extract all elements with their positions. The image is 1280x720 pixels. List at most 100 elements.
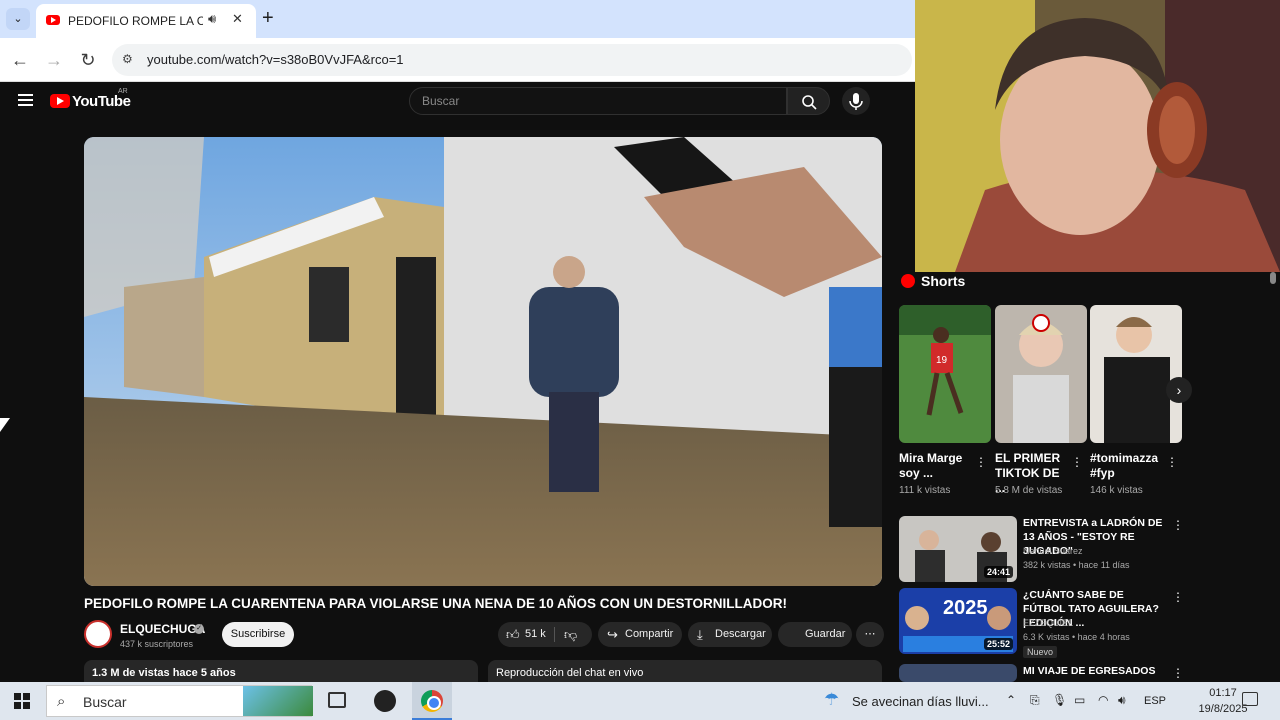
subscriber-count: 437 k suscriptores <box>120 639 194 649</box>
recommended-video[interactable]: MI VIAJE DE EGRESADOS ⋮ <box>899 664 1184 682</box>
more-vert-icon[interactable]: ⋮ <box>1166 455 1178 469</box>
short-views: 111 k vistas <box>899 485 951 496</box>
close-icon[interactable]: ✕ <box>232 11 243 27</box>
address-bar[interactable]: ⚙ youtube.com/watch?v=s38oB0VvJFA&rco=1 <box>112 44 912 76</box>
video-meta: 6.3 K vistas • hace 4 horas <box>1023 632 1130 642</box>
browser-toolbar: ← → ↻ ⚙ youtube.com/watch?v=s38oB0VvJFA&… <box>0 38 915 82</box>
more-vert-icon[interactable]: ⋮ <box>975 455 987 469</box>
thumbs-down-icon[interactable]: 👎︎ <box>564 622 577 647</box>
share-arrow-icon: ↪ <box>607 627 618 642</box>
search-icon <box>802 95 817 110</box>
video-frame <box>84 137 882 586</box>
search-input[interactable] <box>422 94 772 108</box>
like-count[interactable]: 51 k <box>525 622 546 647</box>
chrome-icon <box>421 690 443 712</box>
microphone-icon[interactable]: 🎙︎ <box>1052 693 1067 707</box>
new-tab-button[interactable]: + <box>262 7 274 30</box>
usb-icon[interactable]: ⎘ <box>1030 693 1040 708</box>
channel-name[interactable]: Nahuel Suarez <box>1023 546 1083 556</box>
youtube-logo[interactable]: YouTube AR <box>50 88 140 112</box>
view-count-date: 1.3 M de vistas hace 5 años <box>92 667 236 679</box>
recommended-video[interactable]: 24:41 ENTREVISTA a LADRÓN DE 13 AÑOS - "… <box>899 516 1184 584</box>
tab-search-button[interactable]: ⌄ <box>6 8 30 30</box>
chat-replay-label: Reproducción del chat en vivo <box>496 667 644 679</box>
subscribe-button[interactable]: Suscribirse <box>222 622 294 647</box>
more-vert-icon[interactable]: ⋮ <box>1071 455 1083 469</box>
video-title[interactable]: MI VIAJE DE EGRESADOS <box>1023 664 1163 678</box>
chevron-up-icon[interactable]: ⌃ <box>1006 693 1016 707</box>
more-actions-button[interactable]: ⋯ <box>856 622 884 647</box>
search-highlight-image <box>243 686 313 716</box>
channel-name[interactable]: ELQUECHUGA <box>120 622 205 636</box>
video-thumbnail[interactable]: 2025 25:52 <box>899 588 1017 654</box>
short-item[interactable]: #tomimazza #fyp 146 k vistas ⋮ <box>1090 305 1182 496</box>
verified-icon: ✓ <box>194 624 204 634</box>
description-box[interactable]: 1.3 M de vistas hace 5 años <box>84 660 478 684</box>
country-code: AR <box>118 88 128 95</box>
short-views: 5.8 M de vistas <box>995 485 1063 496</box>
back-arrow-icon[interactable]: ← <box>8 48 32 72</box>
recommended-video[interactable]: 2025 25:52 ¿CUÁNTO SABE DE FÚTBOL TATO A… <box>899 588 1184 658</box>
search-box <box>409 87 787 115</box>
search-button[interactable] <box>787 87 830 115</box>
video-player[interactable] <box>84 137 882 586</box>
weather-icon[interactable]: ☂ <box>824 690 839 710</box>
video-title: PEDOFILO ROMPE LA CUARENTENA PARA VIOLAR… <box>84 596 788 611</box>
voice-search-button[interactable] <box>842 87 870 115</box>
forward-arrow-icon[interactable]: → <box>42 48 66 72</box>
download-label: Descargar <box>715 628 766 640</box>
short-item[interactable]: EL PRIMER TIKTOK DE ... 5.8 M de vistas … <box>995 305 1087 496</box>
input-language[interactable]: ESP <box>1144 695 1166 707</box>
youtube-brand-text: YouTube <box>72 93 131 110</box>
weather-text[interactable]: Se avecinan días lluvi... <box>852 694 989 709</box>
notification-icon[interactable] <box>1242 692 1258 706</box>
browser-tab[interactable]: PEDOFILO ROMPE LA CUARENTENA PARA VIOLAR… <box>36 4 256 38</box>
live-chat-replay[interactable]: Reproducción del chat en vivo <box>488 660 882 684</box>
search-icon: ⌕ <box>57 693 66 710</box>
short-thumbnail[interactable]: 19 <box>899 305 991 443</box>
speaker-icon[interactable]: 🔊︎ <box>208 11 216 27</box>
share-button[interactable]: ↪ Compartir <box>598 622 682 647</box>
webcam-overlay <box>915 0 1280 272</box>
task-view-icon[interactable] <box>328 692 346 708</box>
channel-name[interactable]: EZZEQUIEL <box>1023 618 1073 628</box>
short-thumbnail[interactable] <box>995 305 1087 443</box>
tab-title: PEDOFILO ROMPE LA CUARENTENA PARA VIOLAR… <box>68 14 203 28</box>
save-label: Guardar <box>805 628 846 640</box>
video-duration: 25:52 <box>983 638 1013 650</box>
thumbs-up-icon[interactable]: 👍︎ <box>506 622 520 647</box>
wifi-icon[interactable]: ◠ <box>1098 693 1108 707</box>
short-thumbnail[interactable] <box>1090 305 1182 443</box>
chevron-right-icon[interactable]: › <box>1166 377 1192 403</box>
windows-start-icon[interactable] <box>14 693 30 709</box>
short-views: 146 k vistas <box>1090 485 1143 496</box>
hamburger-menu-icon[interactable] <box>18 94 33 107</box>
divider <box>554 627 555 642</box>
taskbar: ⌕ Buscar ☂ Se avecinan días lluvi... ⌃ ⎘… <box>0 682 1280 720</box>
short-title[interactable]: #tomimazza #fyp <box>1090 451 1160 481</box>
share-label: Compartir <box>625 628 674 640</box>
video-thumbnail[interactable] <box>899 664 1017 682</box>
volume-icon[interactable]: 🔊︎ <box>1118 693 1126 708</box>
more-vert-icon[interactable]: ⋮ <box>1172 666 1184 680</box>
taskbar-search[interactable]: ⌕ Buscar <box>46 685 313 717</box>
short-title[interactable]: Mira Marge soy ... <box>899 451 969 481</box>
site-info-icon[interactable]: ⚙ <box>122 52 136 66</box>
scrollbar-thumb[interactable] <box>1270 272 1276 284</box>
save-button[interactable]: Guardar <box>778 622 852 647</box>
thumbnail-text: 2025 <box>943 597 988 619</box>
shorts-icon <box>901 274 915 288</box>
clock-time[interactable]: 01:17 <box>1201 687 1245 699</box>
video-thumbnail[interactable]: 24:41 <box>899 516 1017 582</box>
youtube-play-icon <box>50 94 70 108</box>
channel-avatar[interactable] <box>84 620 112 648</box>
more-vert-icon[interactable]: ⋮ <box>1172 590 1184 604</box>
url-text[interactable]: youtube.com/watch?v=s38oB0VvJFA&rco=1 <box>147 52 404 67</box>
more-vert-icon[interactable]: ⋮ <box>1172 518 1184 532</box>
battery-icon[interactable]: ▭ <box>1074 693 1085 707</box>
download-button[interactable]: ⤓ Descargar <box>688 622 772 647</box>
reload-icon[interactable]: ↻ <box>76 48 100 72</box>
chrome-taskbar-button[interactable] <box>412 682 452 720</box>
short-item[interactable]: 19 Mira Marge soy ... 111 k vistas ⋮ <box>899 305 991 496</box>
app-icon[interactable] <box>374 690 396 712</box>
